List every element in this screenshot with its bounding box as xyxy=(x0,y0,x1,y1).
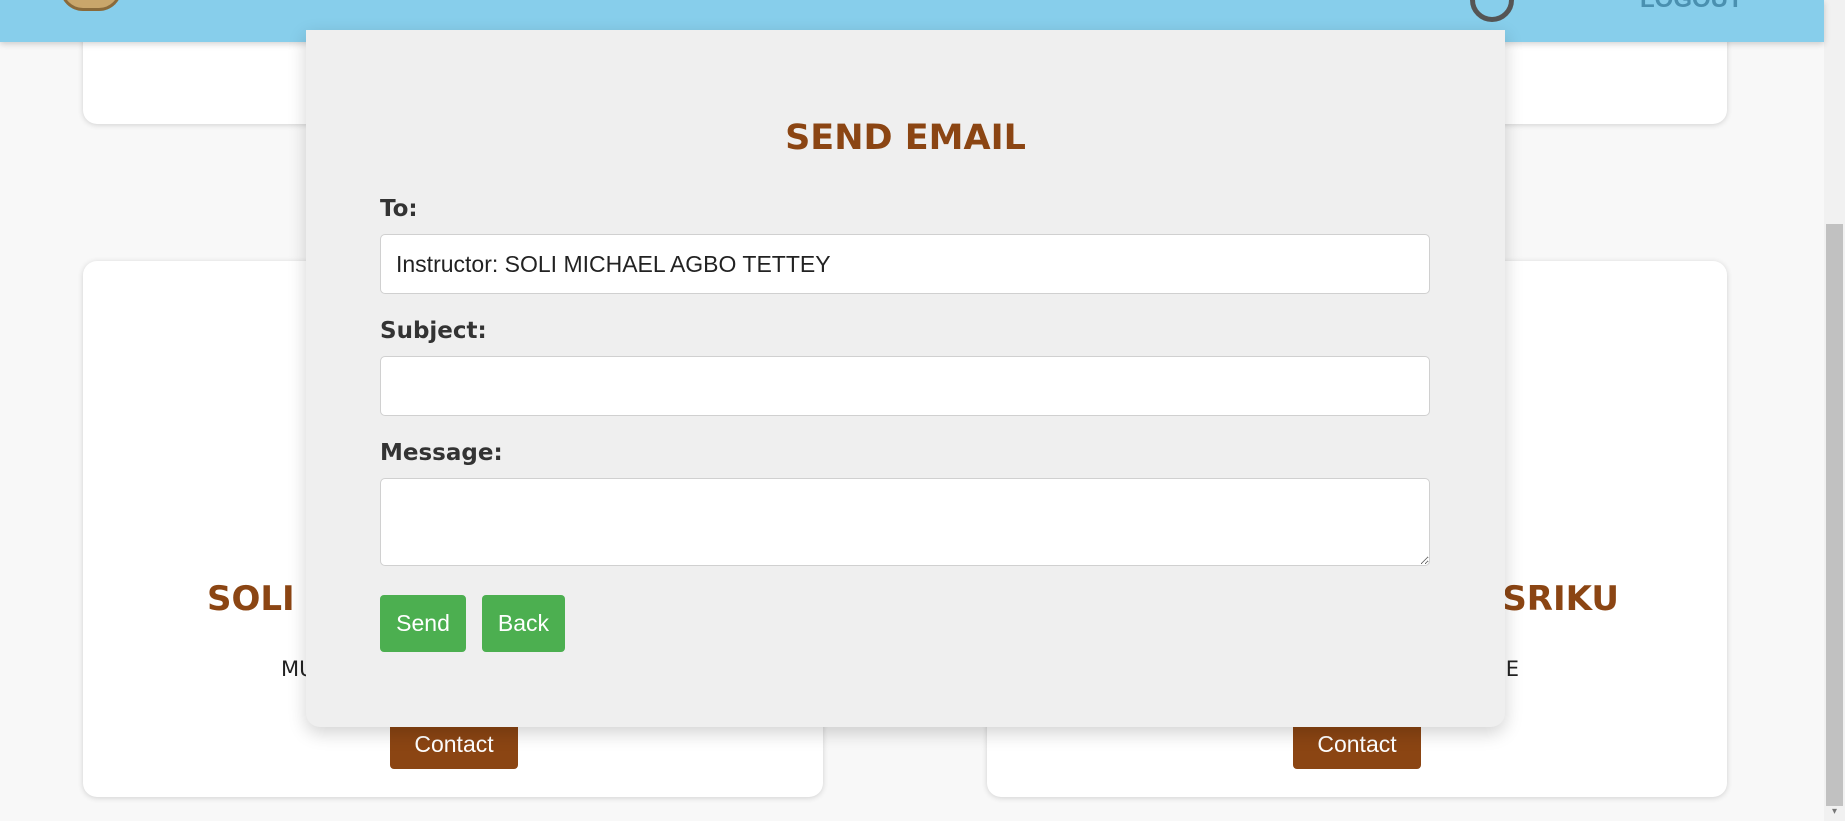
message-label: Message: xyxy=(380,440,503,466)
message-field[interactable] xyxy=(380,478,1430,566)
subject-label: Subject: xyxy=(380,318,487,344)
logo[interactable] xyxy=(60,0,122,11)
to-label: To: xyxy=(380,196,418,222)
subject-field[interactable] xyxy=(380,356,1430,416)
back-button[interactable]: Back xyxy=(482,595,565,652)
page: LOGOUT SOLI M MU Contact TSRIKU CE Conta… xyxy=(0,0,1845,821)
user-circle-icon[interactable] xyxy=(1470,0,1514,22)
send-button[interactable]: Send xyxy=(380,595,466,652)
chevron-down-icon[interactable]: ▾ xyxy=(1828,806,1841,818)
modal-title: SEND EMAIL xyxy=(785,118,1026,158)
to-field[interactable] xyxy=(380,234,1430,294)
vertical-scrollbar[interactable]: ▾ xyxy=(1824,0,1845,821)
logout-link[interactable]: LOGOUT xyxy=(1640,0,1743,14)
scrollbar-thumb[interactable] xyxy=(1826,224,1843,806)
send-email-modal: SEND EMAIL To: Subject: Message: Send Ba… xyxy=(306,30,1505,727)
